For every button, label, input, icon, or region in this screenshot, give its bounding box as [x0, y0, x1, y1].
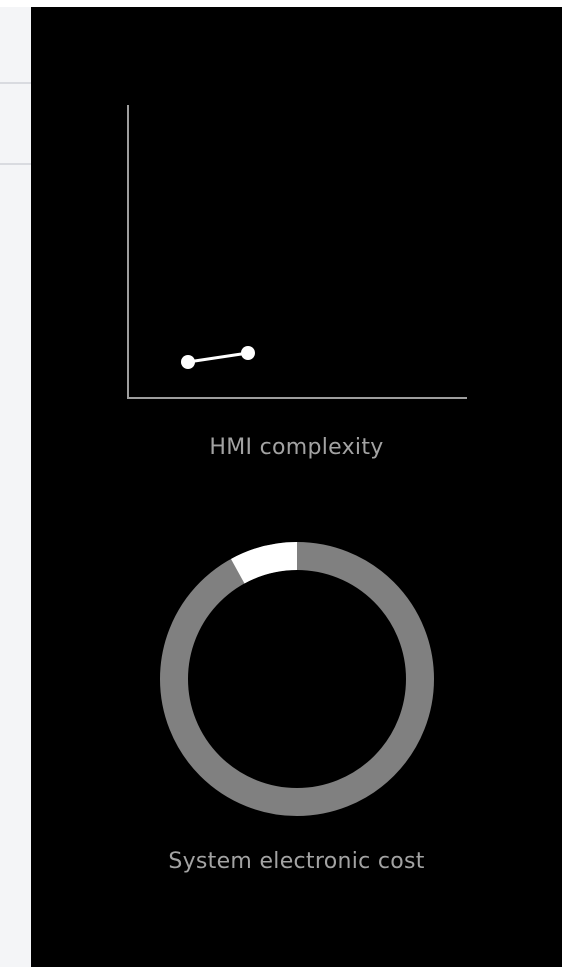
- system-electronic-cost-label: System electronic cost: [168, 849, 425, 874]
- gauge-highlight-segment: [231, 542, 298, 584]
- data-point: [181, 355, 195, 369]
- info-panel: HMI complexity System electronic cost: [31, 7, 562, 967]
- hmi-complexity-label: HMI complexity: [209, 435, 384, 460]
- data-line: [187, 351, 249, 364]
- background-content-strip: [0, 7, 31, 967]
- hmi-complexity-chart: [127, 105, 467, 399]
- data-point: [241, 346, 255, 360]
- panel-graphics: [127, 105, 467, 816]
- electronic-cost-gauge: [160, 542, 434, 816]
- gauge-ring: [160, 542, 434, 816]
- page: HMI complexity System electronic cost: [0, 0, 562, 967]
- divider-line: [0, 163, 31, 165]
- divider-line: [0, 82, 31, 84]
